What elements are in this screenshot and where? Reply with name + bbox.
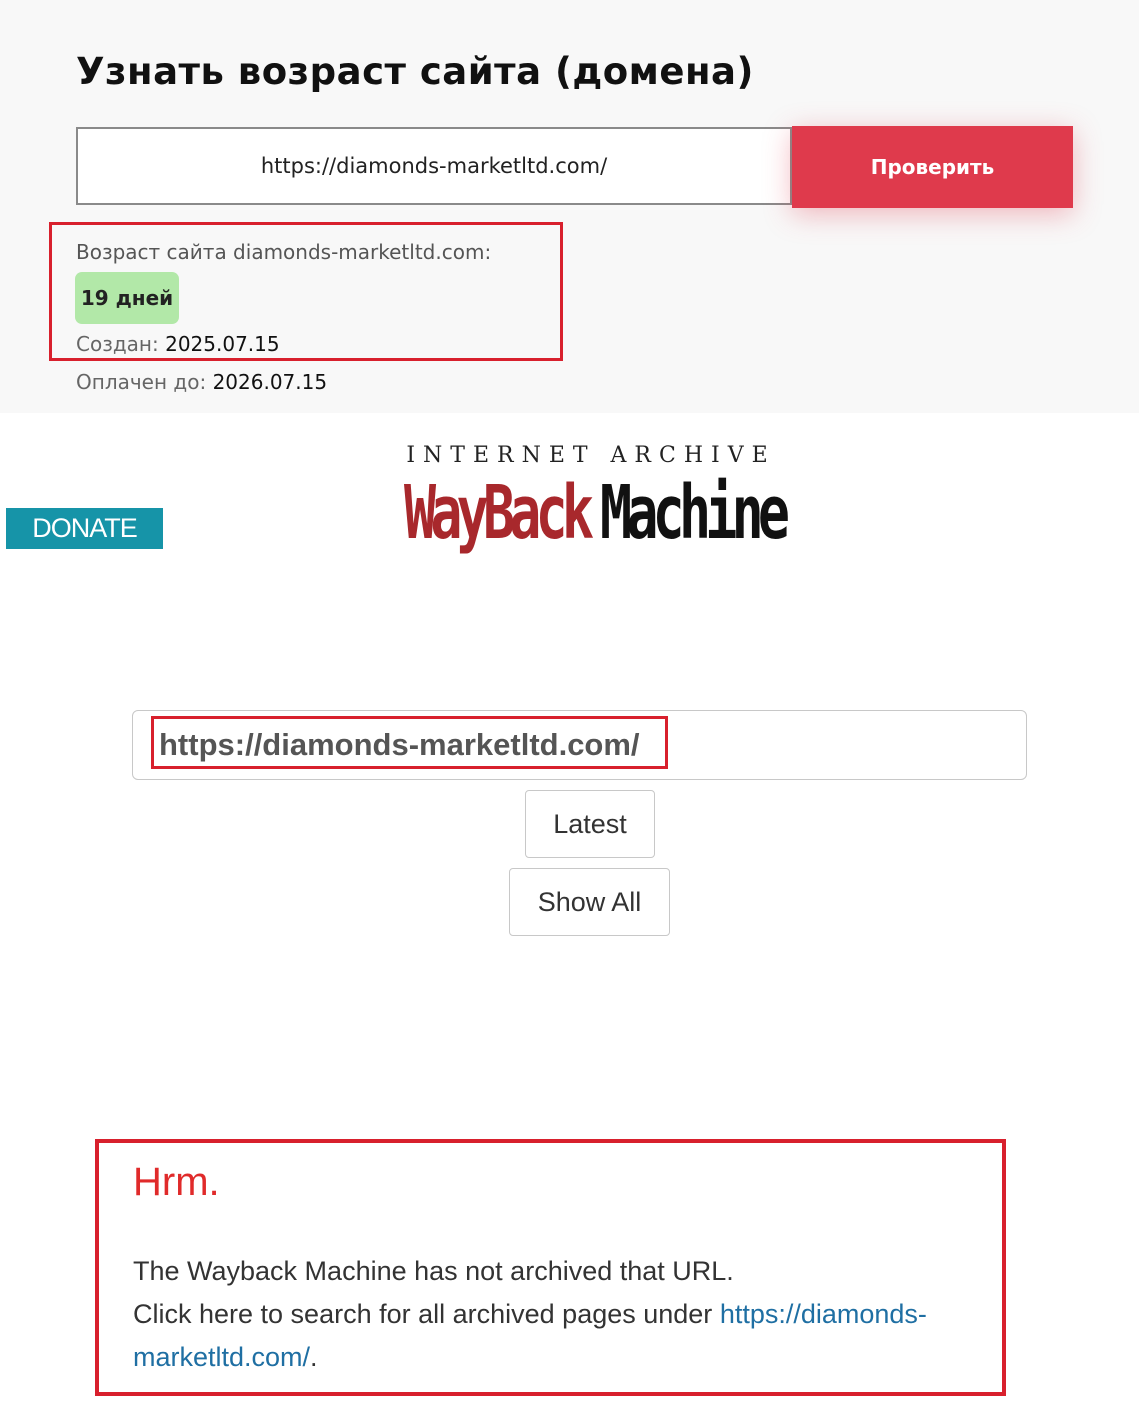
- paid-until-info: Оплачен до: 2026.07.15: [76, 370, 327, 394]
- search-all-message: Click here to search for all archived pa…: [133, 1299, 927, 1330]
- logo-machine-word: Machine: [600, 470, 790, 556]
- result-heading: Hrm.: [133, 1160, 220, 1204]
- search-all-prefix: Click here to search for all archived pa…: [133, 1299, 720, 1329]
- wayback-url-input[interactable]: [132, 710, 1027, 780]
- paid-until-value: 2026.07.15: [212, 370, 328, 394]
- not-archived-message: The Wayback Machine has not archived tha…: [133, 1256, 734, 1286]
- logo-internet-archive-text: INTERNET ARCHIVE: [406, 443, 776, 468]
- page-title: Узнать возраст сайта (домена): [76, 50, 754, 93]
- domain-age-panel: Узнать возраст сайта (домена) Проверить …: [0, 0, 1139, 413]
- logo-wayback-word: WayBack: [404, 470, 594, 556]
- wayback-machine-logo[interactable]: INTERNET ARCHIVE WayBack Machine: [404, 440, 790, 586]
- donate-button[interactable]: DONATE: [6, 508, 163, 549]
- domain-input[interactable]: [76, 127, 792, 205]
- show-all-button[interactable]: Show All: [509, 868, 670, 936]
- archive-search-link[interactable]: https://diamonds-: [720, 1299, 927, 1329]
- latest-button[interactable]: Latest: [525, 790, 655, 858]
- search-all-message-cont: marketltd.com/.: [133, 1342, 318, 1373]
- age-result-highlight: [49, 222, 563, 361]
- search-all-suffix: .: [310, 1342, 318, 1372]
- archive-search-link-cont[interactable]: marketltd.com/: [133, 1342, 310, 1372]
- check-button[interactable]: Проверить: [792, 126, 1073, 208]
- paid-until-label: Оплачен до:: [76, 370, 207, 394]
